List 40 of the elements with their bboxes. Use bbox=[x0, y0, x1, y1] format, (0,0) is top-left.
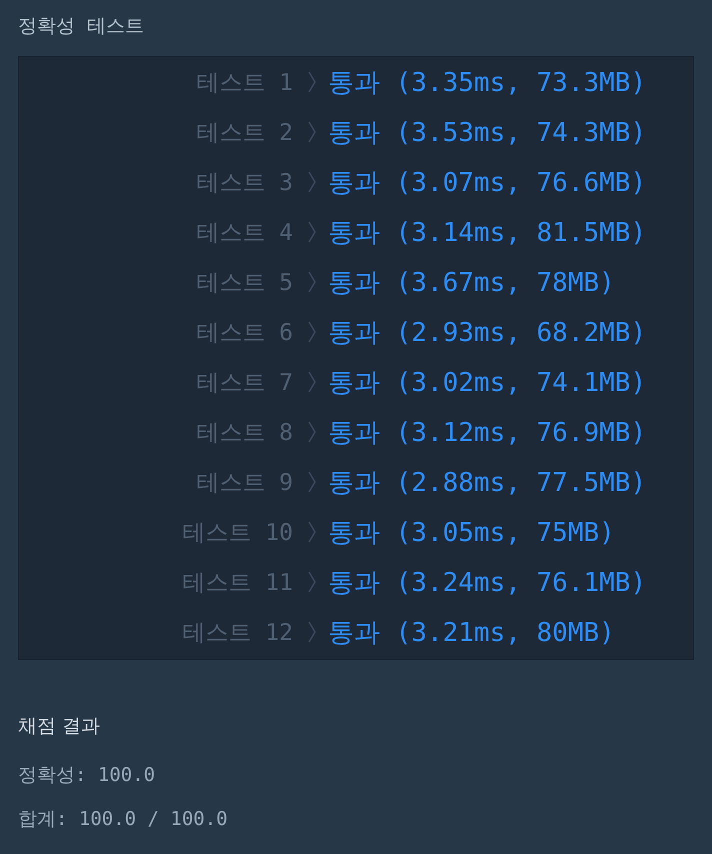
test-label: 테스트 2 bbox=[195, 118, 293, 148]
test-label: 테스트 5 bbox=[195, 268, 293, 298]
chevron-right-icon bbox=[307, 520, 317, 544]
test-label: 테스트 11 bbox=[181, 568, 293, 598]
test-result: 통과 (3.67ms, 78MB) bbox=[328, 266, 615, 300]
test-result: 통과 (3.05ms, 75MB) bbox=[328, 516, 615, 550]
test-result: 통과 (3.14ms, 81.5MB) bbox=[328, 216, 646, 250]
chevron-right-icon bbox=[307, 570, 317, 594]
chevron-right-icon bbox=[307, 220, 317, 244]
test-label: 테스트 4 bbox=[195, 218, 293, 248]
grading-score: 정확성: 100.0 bbox=[18, 763, 156, 788]
test-result: 통과 (3.02ms, 74.1MB) bbox=[328, 366, 646, 400]
test-label: 테스트 12 bbox=[181, 618, 293, 648]
test-result: 통과 (3.07ms, 76.6MB) bbox=[328, 166, 646, 200]
test-label: 테스트 6 bbox=[195, 318, 293, 348]
test-label: 테스트 3 bbox=[195, 168, 293, 198]
test-result: 통과 (3.24ms, 76.1MB) bbox=[328, 566, 646, 600]
test-label: 테스트 9 bbox=[195, 468, 293, 498]
section-title: 정확성 테스트 bbox=[18, 14, 146, 39]
chevron-right-icon bbox=[307, 620, 317, 644]
grading-score: 합계: 100.0 / 100.0 bbox=[18, 807, 229, 832]
chevron-right-icon bbox=[307, 320, 317, 344]
test-label: 테스트 1 bbox=[195, 68, 293, 98]
chevron-right-icon bbox=[307, 120, 317, 144]
chevron-right-icon bbox=[307, 70, 317, 94]
chevron-right-icon bbox=[307, 270, 317, 294]
chevron-right-icon bbox=[307, 420, 317, 444]
grading-title: 채점 결과 bbox=[18, 714, 102, 739]
chevron-right-icon bbox=[307, 470, 317, 494]
test-result: 통과 (3.21ms, 80MB) bbox=[328, 616, 615, 650]
chevron-right-icon bbox=[307, 370, 317, 394]
test-result: 통과 (2.88ms, 77.5MB) bbox=[328, 466, 646, 500]
test-result: 통과 (3.35ms, 73.3MB) bbox=[328, 66, 646, 100]
test-label: 테스트 8 bbox=[195, 418, 293, 448]
test-label: 테스트 10 bbox=[181, 518, 293, 548]
test-label: 테스트 7 bbox=[195, 368, 293, 398]
test-result: 통과 (2.93ms, 68.2MB) bbox=[328, 316, 646, 350]
test-result: 통과 (3.53ms, 74.3MB) bbox=[328, 116, 646, 150]
test-result: 통과 (3.12ms, 76.9MB) bbox=[328, 416, 646, 450]
chevron-right-icon bbox=[307, 170, 317, 194]
